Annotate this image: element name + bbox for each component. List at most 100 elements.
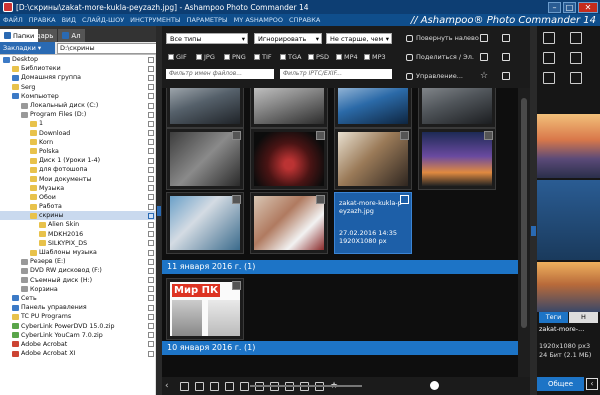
rotate-left-button[interactable]: Повернуть налево [406,34,479,42]
tree-item[interactable]: DVD RW дисковод (F:) [0,266,160,275]
window-icon[interactable] [543,32,555,44]
format-mp3[interactable]: MP3 [364,53,386,61]
thumbnail[interactable] [166,88,244,128]
document-icon[interactable] [480,34,488,42]
tree-item[interactable]: Съемный диск (H:) [0,276,160,285]
bookmarks-button[interactable]: Закладки ▾ [0,42,55,54]
menu-my-ashampoo[interactable]: MY ASHAMPOO [234,16,283,24]
tree-item[interactable]: для фотошопа [0,165,160,174]
tree-item-checkbox[interactable] [148,212,154,219]
thumbnail[interactable] [166,192,244,254]
tree-item-checkbox[interactable] [148,341,154,348]
tree-item-checkbox[interactable] [148,166,154,173]
selected-checkmark-icon[interactable] [400,195,409,204]
thumbnail[interactable] [334,128,412,190]
date-group-header[interactable]: 11 января 2016 г. (1)⌄ [162,260,530,274]
thumbnail-checkbox[interactable] [232,195,241,204]
menu-edit[interactable]: ПРАВКА [29,16,56,24]
thumbnail[interactable] [250,128,328,190]
menu-tools[interactable]: ИНСТРУМЕНТЫ [130,16,180,24]
menu-settings[interactable]: ПАРАМЕТРЫ [187,16,228,24]
thumbnail[interactable] [166,128,244,190]
thumbnail-checkbox[interactable] [316,131,325,140]
monitor-icon[interactable] [502,34,510,42]
gif-checkbox[interactable] [168,54,174,60]
mp4-checkbox[interactable] [336,54,342,60]
tree-item-checkbox[interactable] [148,323,154,330]
tab-albums[interactable]: Ал [58,29,85,42]
tif-checkbox[interactable] [254,54,260,60]
tree-item[interactable]: Обои [0,193,160,202]
tree-item-checkbox[interactable] [148,313,154,320]
tree-item-checkbox[interactable] [148,286,154,293]
refresh-icon[interactable] [225,381,234,391]
tree-item-checkbox[interactable] [148,93,154,100]
age-select[interactable]: Не старше, чем [326,33,392,44]
general-button[interactable]: Общее [537,377,584,391]
tree-item-checkbox[interactable] [148,84,154,91]
menu-view[interactable]: ВИД [62,16,76,24]
up-arrow-icon[interactable] [180,381,189,391]
manage-button[interactable]: Управление... [406,72,463,80]
tree-item-checkbox[interactable] [148,157,154,164]
tree-item[interactable]: Serg [0,83,160,92]
thumbnail[interactable] [250,192,328,254]
back-arrow-icon[interactable]: ‹ [165,381,174,391]
tga-checkbox[interactable] [280,54,286,60]
print-icon[interactable] [502,53,510,61]
selected-thumbnail[interactable]: zakat-more-kukla-peyzazh.jpg 27.02.2016 … [334,192,412,254]
maximize-button[interactable]: □ [563,1,576,13]
tree-item[interactable]: SILKYPIX_DS [0,239,160,248]
preview-image-2[interactable] [537,180,600,260]
menu-slideshow[interactable]: СЛАЙД-ШОУ [82,16,124,24]
tree-item[interactable]: Мои документы [0,174,160,183]
path-field[interactable]: D:\скрины [57,42,158,54]
tree-item-checkbox[interactable] [148,194,154,201]
tree-item-checkbox[interactable] [148,120,154,127]
tree-item[interactable]: Download [0,129,160,138]
share-button[interactable]: Поделиться / Эл. [406,53,474,61]
preview-image-3[interactable] [537,262,600,312]
grid-scrollbar-thumb[interactable] [521,98,527,328]
tree-item[interactable]: Alien Skin [0,220,160,229]
collapse-right-icon[interactable] [531,226,536,236]
tree-item-checkbox[interactable] [148,295,154,302]
resize-icon[interactable] [570,32,582,44]
panel-arrow-icon[interactable]: ‹ [586,378,598,390]
thumbnail-checkbox[interactable] [232,281,241,290]
tree-item[interactable]: Сеть [0,294,160,303]
tree-item[interactable]: Desktop [0,55,160,64]
crop-icon[interactable] [570,72,582,84]
preview-image-1[interactable] [537,114,600,178]
tree-item[interactable]: CyberLink PowerDVD 15.0.zip [0,321,160,330]
format-mp4[interactable]: MP4 [336,53,358,61]
thumbnail[interactable] [418,88,496,128]
tree-item[interactable]: MDKH2016 [0,230,160,239]
tree-item[interactable]: Домашняя группа [0,73,160,82]
tree-item[interactable]: Панель управления [0,303,160,312]
tree-item[interactable]: скрины [0,211,160,221]
tree-item-checkbox[interactable] [148,249,154,256]
format-png[interactable]: PNG [224,53,246,61]
type-select[interactable]: Все типы [166,33,248,44]
save-icon[interactable] [543,72,555,84]
psd-checkbox[interactable] [308,54,314,60]
tree-item[interactable]: 1 [0,119,160,128]
filename-filter-input[interactable]: Фильтр имен файлов... [166,69,274,79]
tree-item-checkbox[interactable] [148,258,154,265]
tree-item-checkbox[interactable] [148,231,154,238]
tree-item-checkbox[interactable] [148,139,154,146]
tab-h[interactable]: H [569,312,598,323]
thumbnail[interactable]: Мир ПК [166,278,244,340]
tree-item[interactable]: Корзина [0,285,160,294]
jpg-checkbox[interactable] [196,54,202,60]
tree-item-checkbox[interactable] [148,277,154,284]
tree-item-checkbox[interactable] [148,203,154,210]
sync-icon[interactable] [240,381,249,391]
tree-item[interactable]: Korn [0,138,160,147]
tree-item-checkbox[interactable] [148,102,154,109]
tab-tags[interactable]: Теги [539,312,568,323]
tree-item[interactable]: Компьютер [0,92,160,101]
tree-item[interactable]: Диск 1 (Уроки 1-4) [0,156,160,165]
tree-item[interactable]: Program Files (D:) [0,110,160,119]
